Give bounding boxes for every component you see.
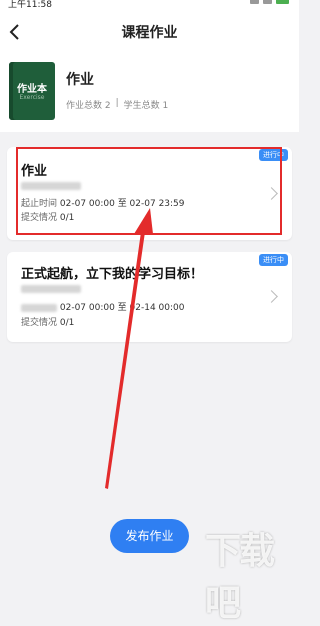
- annotation-arrow-head: [134, 208, 153, 234]
- annotation-arrow: [105, 208, 153, 489]
- annotation-arrow-shaft: [105, 232, 145, 489]
- watermark-logo: 下载吧: [205, 522, 295, 624]
- watermark-text: 下载吧: [205, 531, 275, 624]
- publish-homework-button[interactable]: 发布作业: [110, 519, 189, 553]
